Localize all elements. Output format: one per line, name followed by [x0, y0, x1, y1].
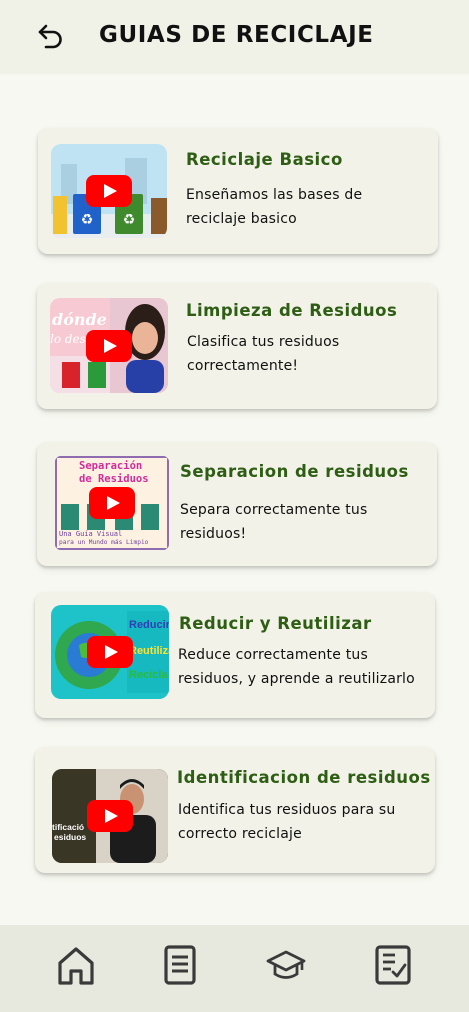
guide-card-reciclaje-basico[interactable]: ♻ ♻ Reciclaje Basico Enseñamos las bases… — [38, 128, 438, 254]
video-thumbnail[interactable]: tificació esiduos — [52, 769, 168, 863]
nav-learning[interactable] — [262, 941, 310, 989]
thumbnail-text: Reducir — [129, 619, 169, 631]
guide-description: Identifica tus residuos para su correcto… — [178, 802, 396, 842]
app-header: GUIAS DE RECICLAJE — [0, 0, 469, 74]
guide-card-separacion-de-residuos[interactable]: Separación de Residuos Una Guía Visual p… — [37, 442, 437, 566]
thumbnail-text: esiduos — [54, 832, 87, 842]
graduation-cap-icon — [266, 950, 306, 979]
nav-guides[interactable] — [156, 941, 204, 989]
page-title: GUIAS DE RECICLAJE — [99, 22, 374, 48]
document-icon — [164, 945, 196, 985]
video-thumbnail[interactable]: ♻ ♻ — [51, 144, 167, 238]
checklist-icon — [375, 945, 411, 985]
play-icon — [87, 636, 133, 668]
play-icon — [87, 800, 133, 832]
play-icon — [86, 329, 132, 362]
video-thumbnail[interactable]: Separación de Residuos Una Guía Visual p… — [55, 456, 169, 550]
guide-title: Limpieza de Residuos — [186, 301, 398, 320]
guide-card-limpieza-de-residuos[interactable]: dónde lo dese Limpieza de Residuos Clasi… — [37, 283, 437, 409]
svg-text:♻: ♻ — [123, 212, 136, 228]
svg-text:♻: ♻ — [81, 212, 94, 228]
guide-description: Clasifica tus residuos correctamente! — [187, 334, 340, 374]
thumbnail-text: de Residuos — [79, 473, 149, 485]
home-icon — [58, 947, 94, 985]
back-button[interactable] — [34, 20, 68, 52]
guide-card-reducir-y-reutilizar[interactable]: Reducir Reutiliza Recicla Reducir y Reut… — [35, 592, 435, 718]
guide-title: Reducir y Reutilizar — [179, 614, 372, 633]
back-arrow-icon — [38, 24, 62, 49]
thumbnail-text: tificació — [52, 822, 85, 832]
thumbnail-text: Reutiliza — [129, 645, 169, 657]
bottom-navigation — [0, 925, 469, 1012]
guide-title: Separacion de residuos — [180, 462, 409, 481]
guide-description: Enseñamos las bases de reciclaje basico — [186, 187, 363, 227]
thumbnail-text: dónde — [52, 310, 107, 329]
video-thumbnail[interactable]: dónde lo dese — [50, 298, 168, 393]
nav-home[interactable] — [52, 941, 100, 989]
guide-title: Identificacion de residuos — [177, 768, 431, 787]
thumbnail-text: Separación — [79, 460, 143, 472]
thumbnail-text: Una Guía Visual — [59, 530, 123, 538]
nav-checklist[interactable] — [369, 941, 417, 989]
guide-description: Reduce correctamente tus residuos, y apr… — [178, 647, 415, 687]
thumbnail-text: Recicla — [129, 669, 168, 681]
thumbnail-text: para un Mundo más Limpio — [59, 539, 149, 546]
video-thumbnail[interactable]: Reducir Reutiliza Recicla — [51, 605, 169, 699]
guide-card-identificacion-de-residuos[interactable]: tificació esiduos Identificacion de resi… — [35, 747, 435, 873]
play-icon — [86, 175, 132, 207]
play-icon — [89, 487, 135, 519]
guide-description: Separa correctamente tus residuos! — [180, 502, 368, 542]
guide-title: Reciclaje Basico — [186, 150, 343, 169]
